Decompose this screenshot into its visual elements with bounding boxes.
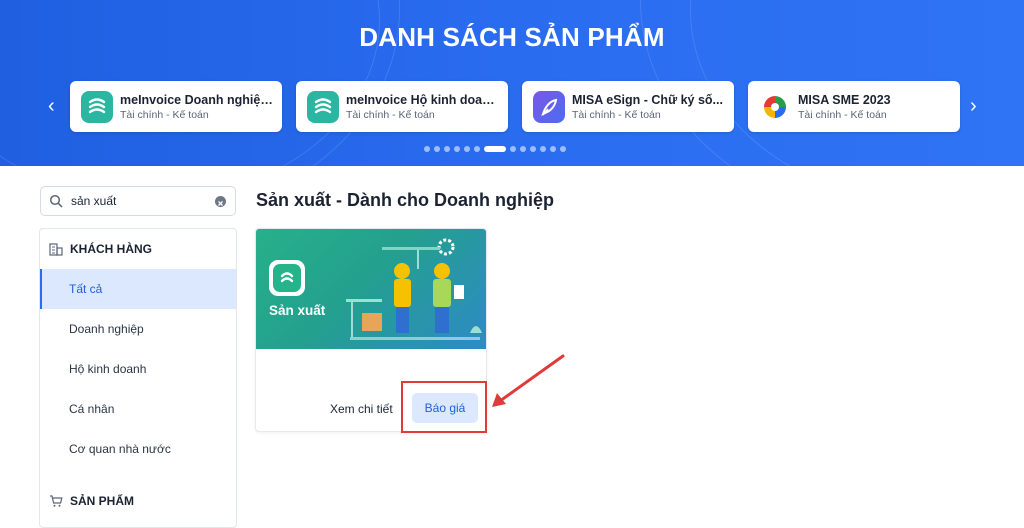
carousel-dot[interactable] [510, 146, 516, 152]
carousel-pagination [424, 146, 566, 152]
sidebar-item-individual[interactable]: Cá nhân [40, 389, 236, 429]
view-detail-link[interactable]: Xem chi tiết [330, 402, 393, 416]
hero-banner: DANH SÁCH SẢN PHẨM ‹ › meInvoice Doanh n… [0, 0, 1024, 166]
card-category: Tài chính - Kế toán [120, 109, 209, 121]
sidebar-item-label: Hộ kinh doanh [69, 362, 147, 376]
product-banner: Sản xuất [256, 229, 486, 349]
sidebar-item-label: Cơ quan nhà nước [69, 442, 171, 456]
sidebar-item-household[interactable]: Hộ kinh doanh [40, 349, 236, 389]
product-logo-icon [269, 260, 305, 296]
customer-section-label: KHÁCH HÀNG [70, 242, 152, 256]
category-title: Sản xuất - Dành cho Doanh nghiệp [256, 190, 555, 210]
search-icon [49, 194, 63, 208]
search-box [40, 186, 236, 216]
meinvoice-logo-icon [81, 91, 113, 123]
misa-sme-logo-icon [759, 91, 791, 123]
sidebar-item-government[interactable]: Cơ quan nhà nước [40, 429, 236, 469]
esign-feather-icon [533, 91, 565, 123]
filter-sidebar: KHÁCH HÀNG Tất cả Doanh nghiệp Hộ kinh d… [39, 228, 237, 528]
card-name: meInvoice Doanh nghiệp ... [120, 93, 276, 107]
carousel-dot[interactable] [474, 146, 480, 152]
product-card-meinvoice-enterprise[interactable]: meInvoice Doanh nghiệp ... Tài chính - K… [70, 81, 282, 132]
page-title: DANH SÁCH SẢN PHẨM [359, 22, 665, 52]
carousel-dot[interactable] [520, 146, 526, 152]
carousel-prev-icon[interactable]: ‹ [48, 96, 55, 116]
sidebar-item-enterprise[interactable]: Doanh nghiệp [40, 309, 236, 349]
carousel-dot[interactable] [434, 146, 440, 152]
clear-search-icon[interactable] [215, 196, 226, 207]
callout-arrow-icon [492, 354, 565, 407]
card-name: MISA SME 2023 [798, 93, 891, 107]
product-card-meinvoice-household[interactable]: meInvoice Hộ kinh doanh... Tài chính - K… [296, 81, 508, 132]
card-name: MISA eSign - Chữ ký số... [572, 93, 723, 107]
carousel-dot[interactable] [540, 146, 546, 152]
card-name: meInvoice Hộ kinh doanh... [346, 93, 502, 107]
sidebar-item-all[interactable]: Tất cả [40, 269, 236, 309]
search-input[interactable] [71, 192, 211, 210]
product-card-misa-esign[interactable]: MISA eSign - Chữ ký số... Tài chính - Kế… [522, 81, 734, 132]
sidebar-item-label: Cá nhân [69, 402, 115, 416]
carousel-dot[interactable] [550, 146, 556, 152]
carousel-dot[interactable] [484, 146, 506, 152]
carousel-next-icon[interactable]: › [970, 96, 977, 116]
carousel-dot[interactable] [454, 146, 460, 152]
card-category: Tài chính - Kế toán [572, 109, 661, 121]
carousel-dot[interactable] [530, 146, 536, 152]
customer-section-header: KHÁCH HÀNG [49, 242, 152, 256]
meinvoice-logo-icon [307, 91, 339, 123]
product-section-label: SẢN PHẨM [70, 494, 135, 508]
workers-illustration-icon [346, 238, 482, 340]
carousel-dot[interactable] [424, 146, 430, 152]
carousel-dot[interactable] [560, 146, 566, 152]
product-banner-name: Sản xuất [269, 303, 326, 318]
card-category: Tài chính - Kế toán [346, 109, 435, 121]
card-category: Tài chính - Kế toán [798, 109, 887, 121]
product-card-misa-sme[interactable]: MISA SME 2023 Tài chính - Kế toán [748, 81, 960, 132]
sidebar-item-label: Doanh nghiệp [69, 322, 144, 336]
carousel-dot[interactable] [464, 146, 470, 152]
carousel-dot[interactable] [444, 146, 450, 152]
sidebar-item-label: Tất cả [69, 282, 103, 296]
highlight-box [401, 381, 487, 433]
product-section-header[interactable]: SẢN PHẨM [49, 494, 134, 508]
cart-icon [50, 495, 63, 507]
building-icon [49, 243, 63, 256]
